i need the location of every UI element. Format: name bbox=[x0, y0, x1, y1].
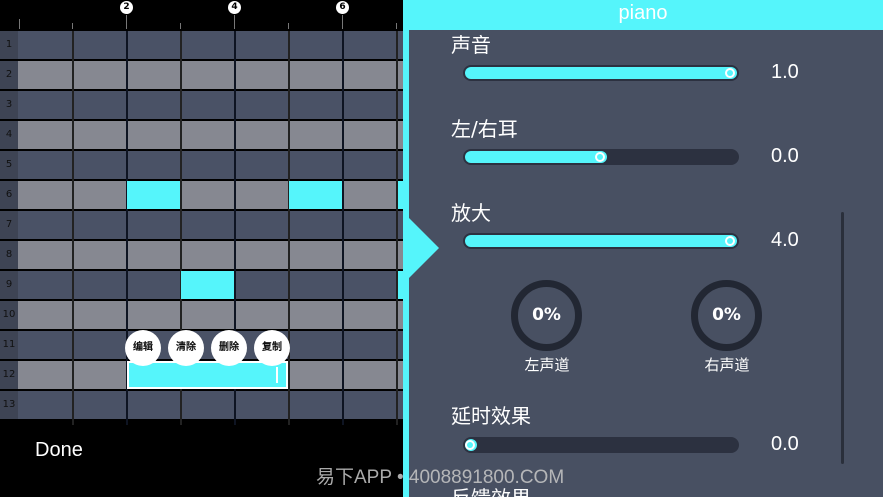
timeline-marker-2: 2 bbox=[120, 1, 133, 14]
ruler-tick bbox=[288, 23, 289, 29]
slider-fill bbox=[465, 151, 607, 163]
piano-roll[interactable]: 2 4 6 1 2 3 4 5 6 7 8 9 10 11 12 13 编辑 清… bbox=[0, 0, 403, 425]
row-number: 7 bbox=[0, 211, 18, 239]
beat-divider bbox=[72, 31, 74, 425]
note-block[interactable] bbox=[289, 181, 342, 209]
slider-knob[interactable] bbox=[725, 68, 735, 78]
timeline-marker-4: 4 bbox=[228, 1, 241, 14]
row-number: 8 bbox=[0, 241, 18, 269]
panel-header: piano bbox=[403, 0, 883, 30]
row-number: 11 bbox=[0, 331, 18, 359]
row-number: 9 bbox=[0, 271, 18, 299]
sound-label: 声音 bbox=[451, 33, 491, 57]
ruler-tick bbox=[234, 15, 235, 29]
watermark: 易下APP • 4008891800.COM bbox=[316, 467, 565, 488]
row-number: 3 bbox=[0, 91, 18, 119]
delay-slider[interactable] bbox=[463, 437, 739, 453]
left-channel-label: 左声道 bbox=[524, 356, 570, 374]
row-number: 6 bbox=[0, 181, 18, 209]
row-number: 4 bbox=[0, 121, 18, 149]
collapse-arrow-icon[interactable] bbox=[409, 218, 439, 278]
note-block[interactable] bbox=[181, 271, 234, 299]
row-number: 1 bbox=[0, 31, 18, 59]
edit-button[interactable]: 编辑 bbox=[125, 330, 161, 366]
row-number: 10 bbox=[0, 301, 18, 329]
row-number: 2 bbox=[0, 61, 18, 89]
left-channel-dial[interactable]: 0% bbox=[511, 280, 582, 351]
slider-knob[interactable] bbox=[725, 236, 735, 246]
delay-label: 延时效果 bbox=[451, 404, 531, 428]
row-number: 5 bbox=[0, 151, 18, 179]
clear-button[interactable]: 清除 bbox=[168, 330, 204, 366]
sound-value: 1.0 bbox=[771, 61, 799, 83]
ruler-tick bbox=[126, 15, 127, 29]
ruler-tick bbox=[342, 15, 343, 29]
timeline-ruler[interactable]: 2 4 6 bbox=[0, 0, 403, 29]
note-block[interactable] bbox=[127, 181, 180, 209]
beat-divider bbox=[396, 31, 398, 425]
pan-slider[interactable] bbox=[463, 149, 739, 165]
sound-slider[interactable] bbox=[463, 65, 739, 81]
slider-fill bbox=[465, 67, 737, 79]
beat-divider bbox=[288, 31, 290, 425]
timeline-marker-6: 6 bbox=[336, 1, 349, 14]
delete-button[interactable]: 删除 bbox=[211, 330, 247, 366]
right-channel-dial[interactable]: 0% bbox=[691, 280, 762, 351]
amplify-slider[interactable] bbox=[463, 233, 739, 249]
done-button[interactable]: Done bbox=[35, 439, 83, 462]
ruler-tick bbox=[72, 23, 73, 29]
delay-value: 0.0 bbox=[771, 433, 799, 455]
ruler-tick bbox=[180, 23, 181, 29]
ruler-tick bbox=[19, 19, 20, 29]
slider-fill bbox=[465, 235, 737, 247]
selected-note-block[interactable] bbox=[127, 361, 288, 389]
bar-divider bbox=[342, 31, 344, 425]
pan-label: 左/右耳 bbox=[451, 117, 518, 141]
slider-knob[interactable] bbox=[465, 440, 475, 450]
ruler-tick bbox=[396, 23, 397, 29]
panel-scrollbar[interactable] bbox=[841, 212, 844, 464]
instrument-panel: piano 声音 1.0 左/右耳 0.0 放大 4.0 0% 左声道 0% 右… bbox=[403, 0, 883, 497]
slider-knob[interactable] bbox=[595, 152, 605, 162]
right-channel-label: 右声道 bbox=[704, 356, 750, 374]
resize-handle[interactable] bbox=[276, 367, 278, 383]
panel-title: piano bbox=[618, 2, 668, 24]
pan-value: 0.0 bbox=[771, 145, 799, 167]
row-number: 13 bbox=[0, 391, 18, 419]
amplify-value: 4.0 bbox=[771, 229, 799, 251]
amplify-label: 放大 bbox=[451, 201, 491, 225]
row-number: 12 bbox=[0, 361, 18, 389]
copy-button[interactable]: 复制 bbox=[254, 330, 290, 366]
